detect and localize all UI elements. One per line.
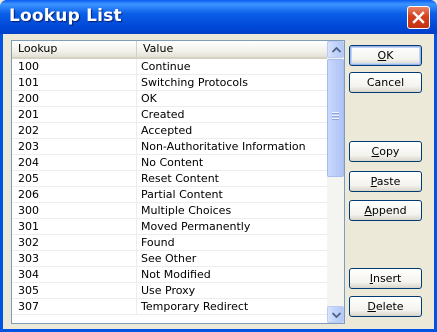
cell-lookup: 202: [12, 123, 137, 138]
cell-lookup: 301: [12, 219, 137, 234]
list-row[interactable]: 300 Multiple Choices: [12, 203, 327, 219]
append-accel: A: [364, 204, 372, 217]
cell-value: Temporary Redirect: [141, 300, 249, 313]
cell-value: Continue: [141, 60, 191, 73]
cell-lookup: 203: [12, 139, 137, 154]
cell-lookup: 302: [12, 235, 137, 250]
column-header-value[interactable]: Value: [137, 41, 327, 57]
list-row[interactable]: 307 Temporary Redirect: [12, 299, 327, 315]
cell-lookup: 201: [12, 107, 137, 122]
list-row[interactable]: 301 Moved Permanently: [12, 219, 327, 235]
window-title: Lookup List: [9, 6, 122, 26]
cell-value: OK: [141, 92, 157, 105]
dialog-body: Lookup Value 100 Continue 101 Switching Pro…: [3, 34, 434, 329]
thumb-grip-line: [332, 112, 339, 113]
ok-accel: O: [377, 49, 387, 62]
cell-value: No Content: [141, 156, 204, 169]
list-row[interactable]: 101 Switching Protocols: [12, 75, 327, 91]
list-row[interactable]: 100 Continue: [12, 59, 327, 75]
list-row[interactable]: 201 Created: [12, 107, 327, 123]
dialog-window: Lookup List Lookup Value 100 Continue 101 S…: [0, 0, 437, 332]
scroll-thumb[interactable]: [327, 59, 344, 177]
arrow-up-icon: [332, 47, 341, 53]
paste-button[interactable]: Paste: [349, 171, 422, 192]
insert-button[interactable]: Insert: [349, 268, 422, 289]
thumb-grip-line: [332, 115, 339, 116]
cell-value: Reset Content: [141, 172, 219, 185]
cell-value: Switching Protocols: [141, 76, 248, 89]
list-row[interactable]: 204 No Content: [12, 155, 327, 171]
cell-value: Multiple Choices: [141, 204, 232, 217]
list-row[interactable]: 202 Accepted: [12, 123, 327, 139]
paste-label-rest: aste: [376, 175, 401, 188]
cancel-button[interactable]: Cancel: [349, 72, 422, 93]
arrow-down-icon: [332, 312, 341, 318]
cell-lookup: 101: [12, 75, 137, 90]
cell-value: Not Modified: [141, 268, 211, 281]
list-header: Lookup Value: [12, 41, 327, 59]
ok-label-rest: K: [386, 49, 394, 62]
list-row[interactable]: 203 Non-Authoritative Information: [12, 139, 327, 155]
cell-value: Non-Authoritative Information: [141, 140, 306, 153]
thumb-grip-line: [332, 118, 339, 119]
cell-value: Use Proxy: [141, 284, 196, 297]
column-header-lookup[interactable]: Lookup: [12, 41, 137, 57]
list-row[interactable]: 305 Use Proxy: [12, 283, 327, 299]
cell-lookup: 303: [12, 251, 137, 266]
delete-accel: D: [367, 300, 376, 313]
delete-button[interactable]: Delete: [349, 296, 422, 317]
cell-lookup: 200: [12, 91, 137, 106]
scroll-down-button[interactable]: [327, 306, 344, 323]
list-row[interactable]: 206 Partial Content: [12, 187, 327, 203]
cell-lookup: 205: [12, 171, 137, 186]
close-icon: [412, 11, 425, 24]
append-button[interactable]: Append: [349, 200, 422, 221]
cell-value: Found: [141, 236, 175, 249]
scroll-up-button[interactable]: [327, 41, 344, 58]
list-row[interactable]: 302 Found: [12, 235, 327, 251]
list-row[interactable]: 303 See Other: [12, 251, 327, 267]
cell-lookup: 307: [12, 299, 137, 314]
vertical-scrollbar[interactable]: [327, 41, 344, 323]
cell-value: Accepted: [141, 124, 193, 137]
cell-value: Moved Permanently: [141, 220, 251, 233]
list-row[interactable]: 205 Reset Content: [12, 171, 327, 187]
insert-label-rest: nsert: [372, 272, 402, 285]
append-label-rest: ppend: [371, 204, 407, 217]
cell-value: Partial Content: [141, 188, 223, 201]
list-row[interactable]: 200 OK: [12, 91, 327, 107]
cell-lookup: 305: [12, 283, 137, 298]
title-bar[interactable]: Lookup List: [0, 0, 437, 34]
cell-lookup: 100: [12, 59, 137, 74]
lookup-list-view[interactable]: Lookup Value 100 Continue 101 Switching Pro…: [11, 40, 345, 324]
cell-lookup: 300: [12, 203, 137, 218]
list-rows: 100 Continue 101 Switching Protocols 200 OK 20…: [12, 59, 327, 315]
ok-button[interactable]: OK: [349, 45, 422, 66]
list-row[interactable]: 304 Not Modified: [12, 267, 327, 283]
cell-lookup: 206: [12, 187, 137, 202]
cell-value: See Other: [141, 252, 197, 265]
cell-value: Created: [141, 108, 185, 121]
copy-button[interactable]: Copy: [349, 141, 422, 162]
copy-label-rest: opy: [379, 145, 400, 158]
close-button[interactable]: [407, 6, 430, 29]
cancel-label: Cancel: [366, 76, 405, 89]
cell-lookup: 304: [12, 267, 137, 282]
cell-lookup: 204: [12, 155, 137, 170]
delete-label-rest: elete: [375, 300, 404, 313]
